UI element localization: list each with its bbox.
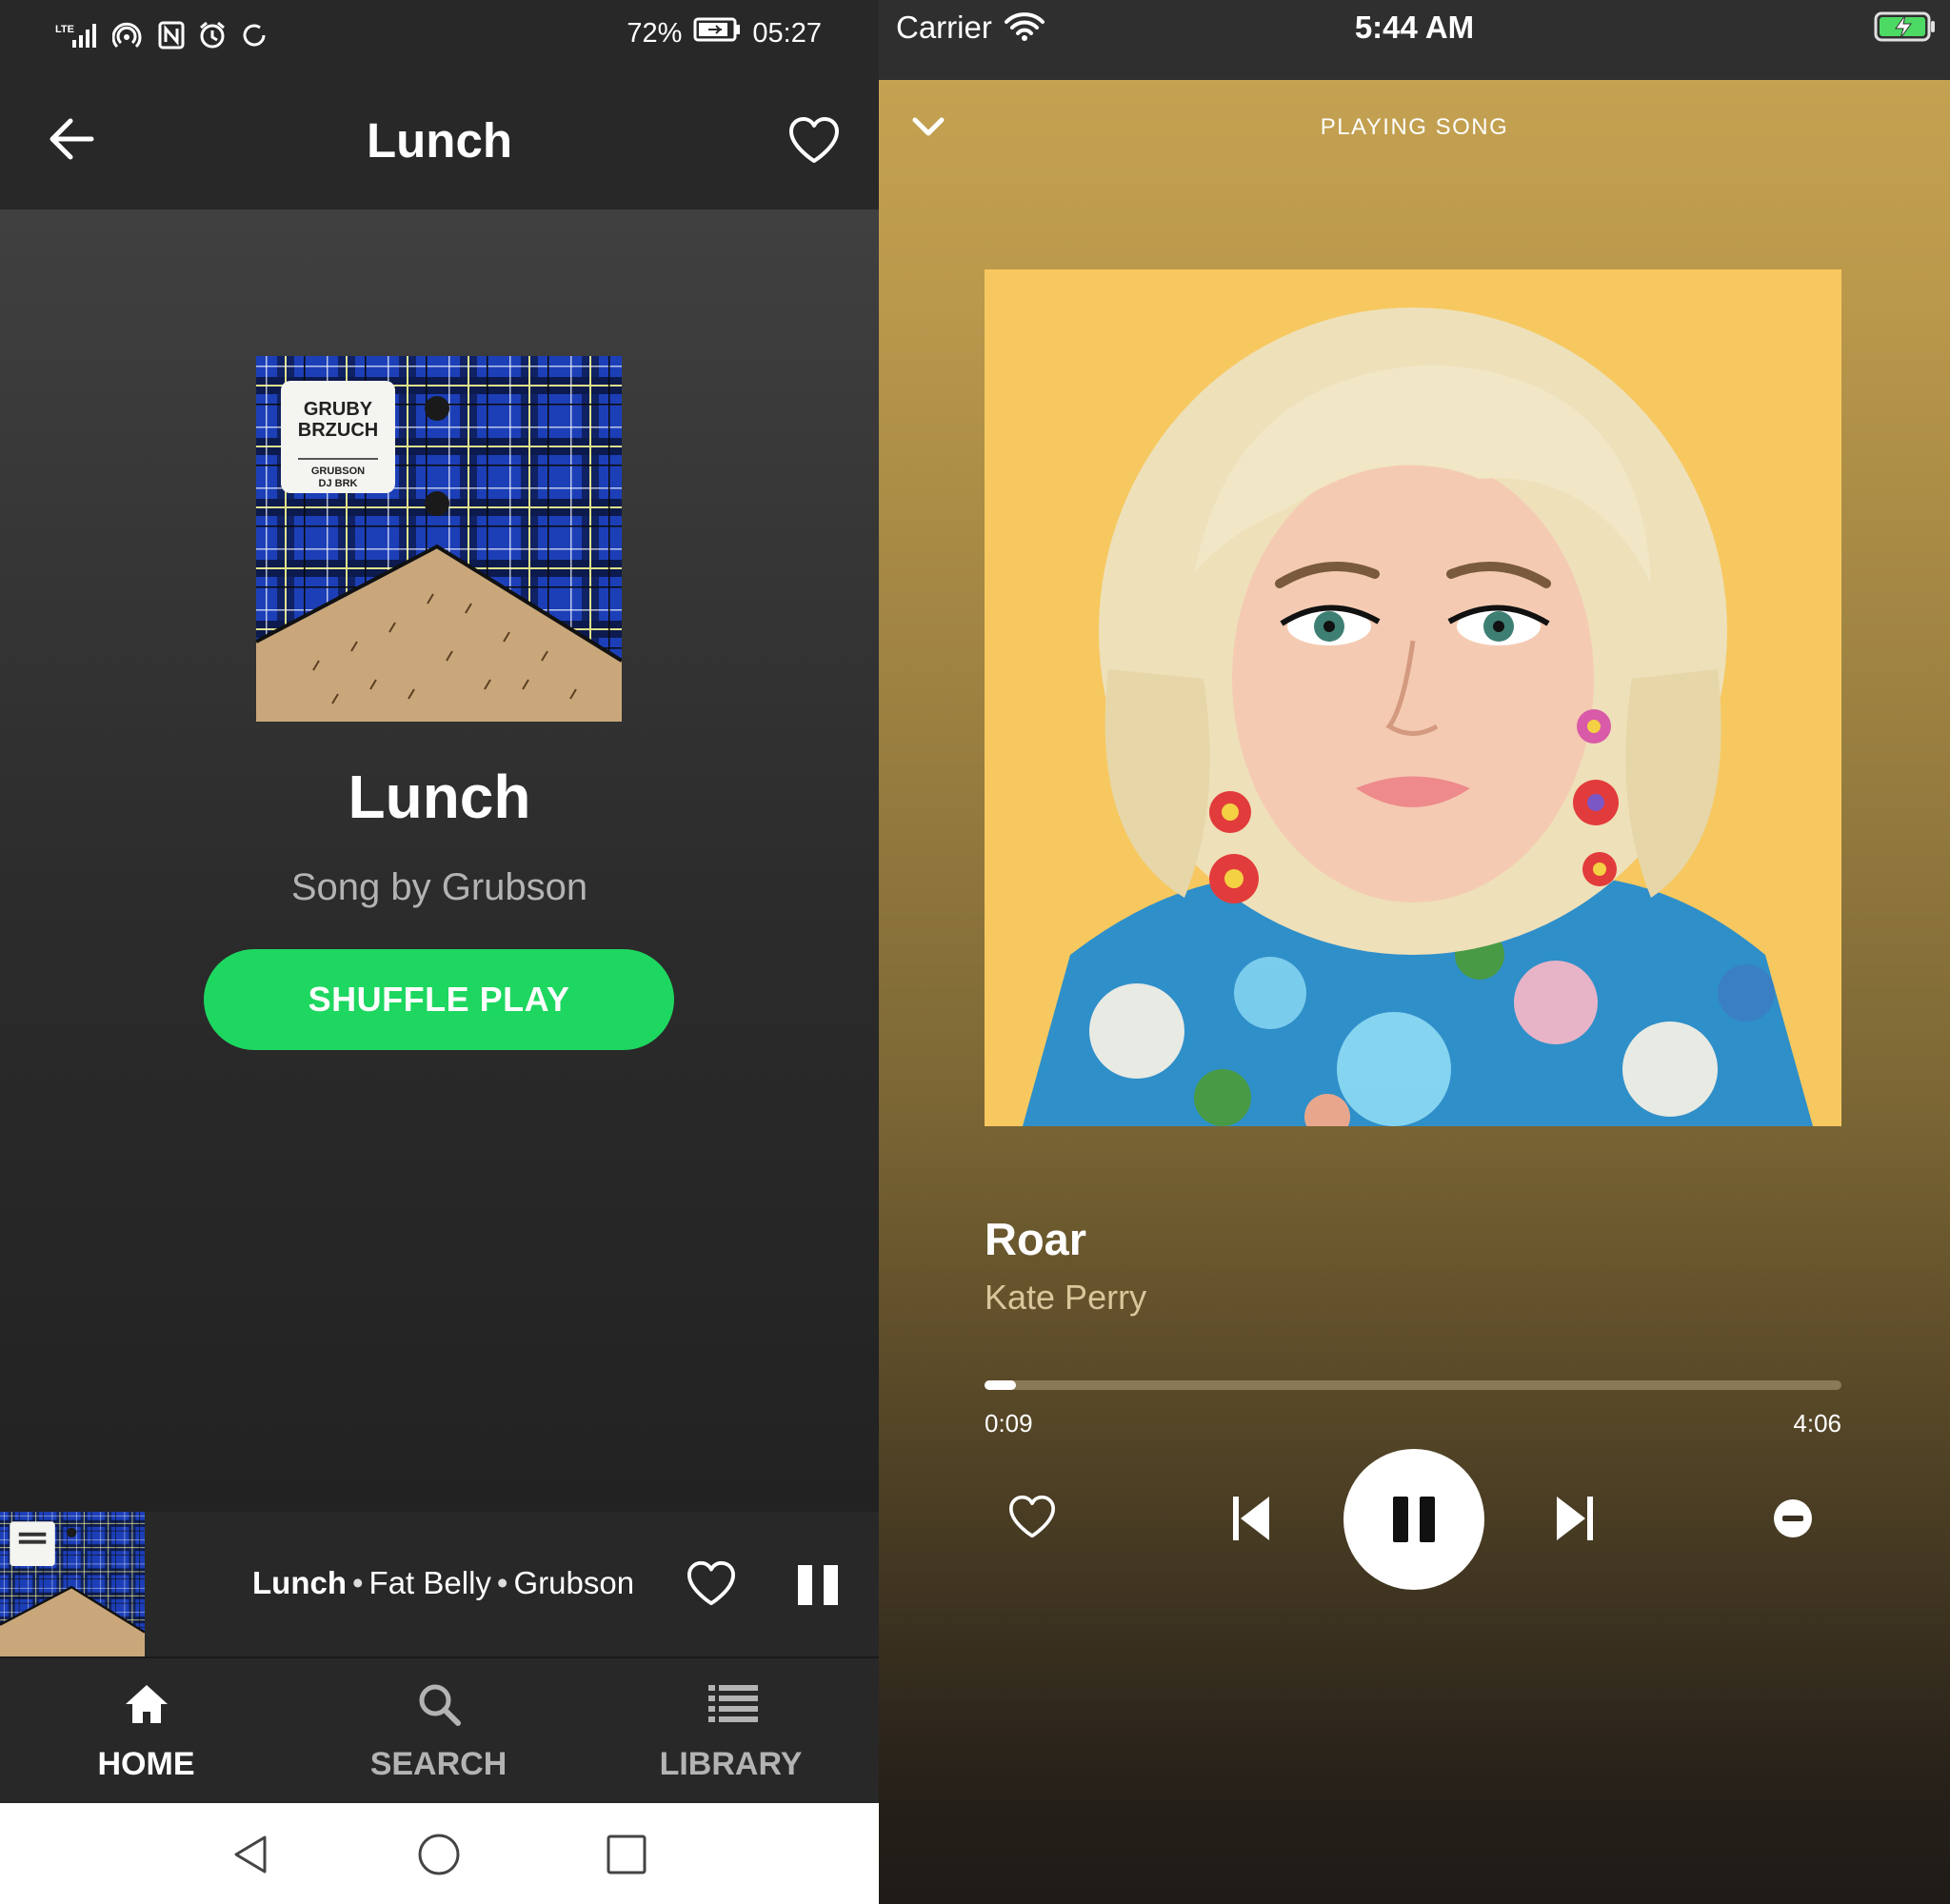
album-cover: GRUBY BRZUCH GRUBSON DJ BRK (255, 356, 624, 722)
artist-name: Kate Perry (985, 1278, 1147, 1317)
recents-square-icon[interactable] (604, 1832, 649, 1877)
progress-fill (985, 1380, 1017, 1390)
pause-icon (1389, 1495, 1439, 1544)
header-label: PLAYING SONG (1320, 114, 1509, 140)
battery-icon (693, 17, 741, 50)
pause-icon[interactable] (796, 1563, 840, 1607)
separator: • (351, 1565, 364, 1600)
sync-icon (240, 21, 269, 50)
like-heart-icon[interactable] (787, 115, 841, 165)
battery-charging-icon (1874, 11, 1937, 42)
alarm-icon (198, 21, 227, 50)
song-detail: GRUBY BRZUCH GRUBSON DJ BRK Lunch Song b… (0, 209, 879, 1512)
back-triangle-icon[interactable] (229, 1832, 274, 1877)
mini-player-text: Lunch • Fat Belly • Grubson (252, 1565, 634, 1601)
system-navigation-bar (0, 1803, 879, 1904)
album-artwork (985, 269, 1841, 1126)
mini-heart-icon[interactable] (686, 1559, 737, 1607)
search-icon (416, 1681, 462, 1727)
svg-text:LTE: LTE (55, 24, 74, 35)
ios-screen: Carrier 5:44 AM PLAYING SONG Roar Kate P… (879, 0, 1950, 1904)
library-icon (707, 1681, 758, 1727)
nfc-icon (158, 21, 185, 50)
shuffle-play-button[interactable]: SHUFFLE PLAY (204, 949, 674, 1050)
tab-home-label: HOME (97, 1746, 195, 1782)
battery-percent: 72% (627, 17, 683, 49)
top-app-bar: Lunch (0, 72, 879, 209)
android-status-bar: LTE 72% 05:27 (0, 0, 879, 72)
status-time: 5:44 AM (1354, 10, 1475, 45)
heart-icon[interactable] (1007, 1494, 1057, 1539)
page-title: Lunch (367, 113, 512, 168)
song-subtitle: Song by Grubson (290, 866, 588, 908)
tab-library-label: LIBRARY (659, 1746, 803, 1782)
cover-logo-text-2: BRZUCH (298, 420, 378, 441)
mini-player-title: Lunch (252, 1565, 347, 1600)
mini-player-album: Fat Belly (368, 1565, 491, 1600)
elapsed-time: 0:09 (985, 1409, 1033, 1438)
total-time: 4:06 (1793, 1409, 1841, 1438)
song-title: Roar (985, 1214, 1087, 1264)
mini-player[interactable]: Lunch • Fat Belly • Grubson (0, 1512, 879, 1656)
play-pause-button[interactable] (1343, 1449, 1484, 1590)
mini-player-cover (0, 1512, 146, 1656)
ios-status-bar: Carrier 5:44 AM (879, 0, 1950, 80)
clock: 05:27 (752, 17, 822, 49)
remove-icon[interactable] (1773, 1498, 1813, 1538)
svg-text:DJ BRK: DJ BRK (319, 478, 358, 489)
mini-player-artist: Grubson (513, 1565, 635, 1600)
tab-search[interactable]: SEARCH (292, 1658, 585, 1805)
bottom-navigation: HOME SEARCH LIBRARY (0, 1656, 879, 1805)
song-title: Lunch (348, 763, 531, 831)
hotspot-icon (112, 21, 145, 50)
svg-text:GRUBSON: GRUBSON (311, 466, 365, 477)
tab-search-label: SEARCH (369, 1746, 507, 1782)
progress-bar[interactable] (985, 1380, 1841, 1390)
home-circle-icon[interactable] (416, 1832, 462, 1877)
tab-library[interactable]: LIBRARY (585, 1658, 877, 1805)
lte-signal-icon: LTE (55, 21, 99, 50)
previous-icon[interactable] (1231, 1495, 1271, 1542)
home-icon (124, 1681, 169, 1727)
separator: • (496, 1565, 508, 1600)
next-icon[interactable] (1555, 1495, 1595, 1542)
cover-logo-text-1: GRUBY (304, 399, 373, 420)
android-screen: LTE 72% 05:27 Lunch GRUBY BRZUCH GRUBSON… (0, 0, 879, 1904)
tab-home[interactable]: HOME (0, 1658, 292, 1805)
